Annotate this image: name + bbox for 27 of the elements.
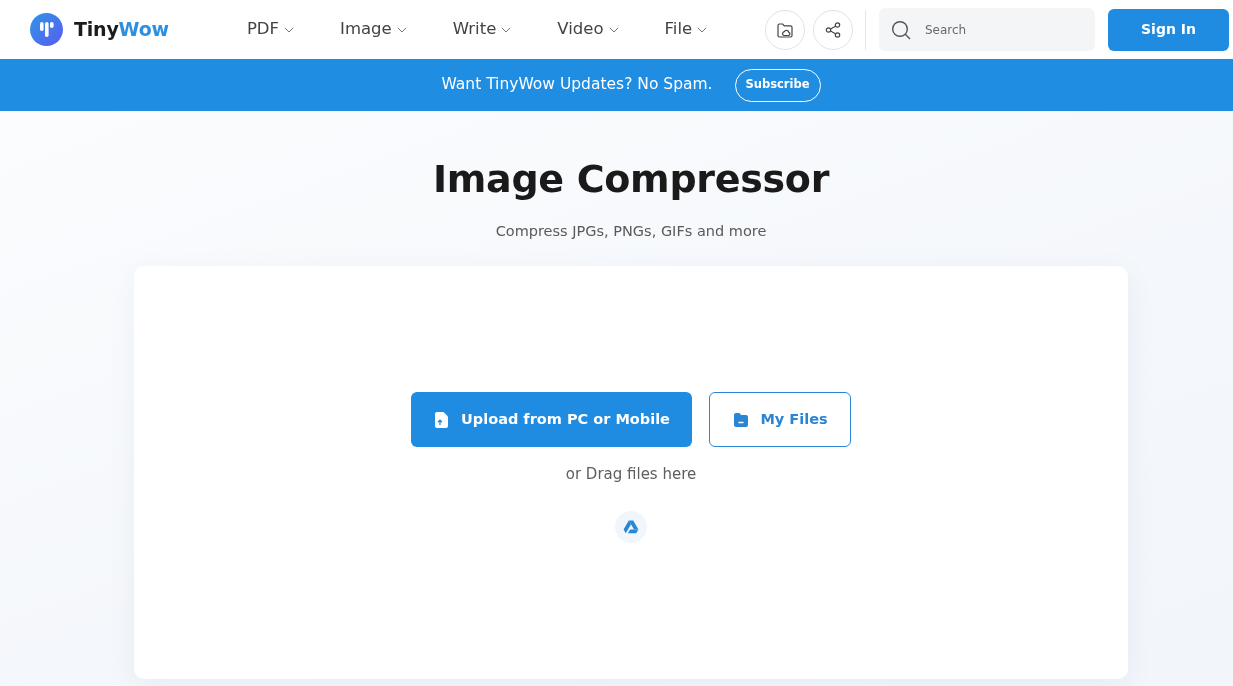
folder-icon: [732, 410, 751, 429]
nav-menu-item[interactable]: Write: [452, 17, 512, 42]
nav-menu-item[interactable]: File: [664, 17, 708, 42]
sign-in-button[interactable]: Sign In: [1108, 8, 1229, 51]
my-files-button[interactable]: My Files: [709, 392, 851, 447]
drag-hint: or Drag files here: [565, 464, 697, 485]
cloud-drive-icon[interactable]: [615, 511, 647, 543]
banner-text: Want TinyWow Updates? No Spam.: [441, 74, 713, 96]
share-icon: [824, 20, 842, 39]
page-title: Image Compressor: [432, 156, 830, 203]
nav-menu-item[interactable]: Image: [340, 17, 407, 42]
search-icon: [891, 19, 911, 40]
upload-button[interactable]: Upload from PC or Mobile: [411, 392, 692, 447]
logo-icon: [30, 13, 63, 46]
logo-text[interactable]: TinyWow: [74, 15, 169, 44]
caret-icon: [501, 26, 512, 33]
folder-cloud-button[interactable]: [765, 9, 805, 50]
share-button[interactable]: [813, 9, 853, 50]
nav-menu-item[interactable]: Video: [557, 17, 619, 42]
caret-icon: [284, 26, 295, 33]
caret-icon: [608, 26, 619, 33]
caret-icon: [396, 26, 407, 33]
caret-icon: [697, 26, 708, 33]
page-subtitle: Compress JPGs, PNGs, GIFs and more: [495, 222, 767, 241]
nav-menu-item[interactable]: PDF: [246, 17, 295, 42]
search-field[interactable]: Search: [879, 8, 1095, 51]
folder-cloud-icon: [776, 20, 794, 39]
